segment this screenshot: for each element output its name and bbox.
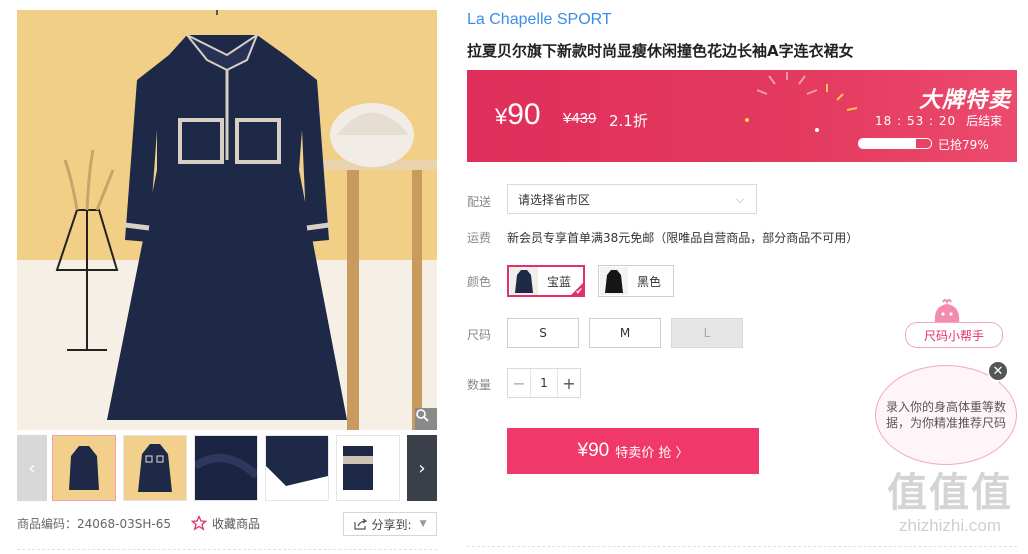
dress-photo: [17, 10, 437, 430]
watermark: 值值值 zhizhizhi.com: [880, 470, 1020, 536]
check-icon: ✔: [575, 287, 584, 297]
region-select[interactable]: 请选择省市区 ⌵: [507, 184, 757, 214]
chevron-right-icon: ›: [418, 457, 426, 479]
color-label: 颜色: [467, 275, 492, 289]
size-helper-button[interactable]: 尺码小帮手: [905, 322, 1003, 348]
color-option-blue[interactable]: 宝蓝 ✔: [507, 265, 586, 297]
countdown-time: 18 : 53 : 20: [875, 114, 957, 128]
quantity-stepper: − 1 +: [507, 368, 581, 398]
shipping-label: 运费: [467, 231, 492, 245]
color-swatch: [600, 267, 628, 295]
star-icon: [191, 515, 208, 531]
firework-decoration: [745, 72, 858, 132]
original-price: ¥439: [563, 110, 597, 127]
share-icon: [353, 518, 367, 530]
main-product-image[interactable]: [17, 10, 437, 430]
flash-sale-title: 大牌特卖: [919, 88, 1012, 113]
buy-button-price: ¥90: [577, 440, 610, 461]
favorite-label: 收藏商品: [212, 516, 261, 531]
divider: [17, 549, 437, 550]
thumb-prev-button[interactable]: ‹: [17, 435, 47, 501]
chevron-down-icon: ⌵: [735, 193, 744, 206]
quantity-plus-button[interactable]: +: [558, 369, 580, 397]
chevron-left-icon: ‹: [28, 457, 36, 479]
sku-code: 商品编码：24068-03SH-65: [17, 516, 172, 531]
countdown: 18 : 53 : 20 后结束: [875, 112, 1002, 129]
quantity-input[interactable]: 1: [530, 369, 558, 397]
divider: [467, 546, 1017, 547]
discount-text: 2.1折: [609, 112, 648, 130]
thumbnail[interactable]: [336, 435, 400, 501]
zoom-icon[interactable]: [415, 408, 437, 430]
currency-symbol: ¥: [495, 104, 508, 129]
thumbnail[interactable]: [265, 435, 329, 501]
countdown-suffix: 后结束: [966, 114, 1003, 128]
buy-button-label: 特卖价 抢 〉: [615, 445, 689, 461]
region-select-text: 请选择省市区: [518, 192, 591, 207]
size-option-s[interactable]: S: [507, 318, 579, 348]
thumb-next-button[interactable]: ›: [407, 435, 437, 501]
caret-down-icon: ▼: [419, 519, 427, 529]
watermark-logo: 值值值: [887, 470, 1013, 516]
sale-price: ¥90: [495, 98, 541, 132]
buy-button[interactable]: ¥90 特卖价 抢 〉: [507, 428, 759, 474]
quantity-label: 数量: [467, 378, 492, 392]
color-option-label: 黑色: [637, 274, 662, 289]
thumbnail[interactable]: [52, 435, 116, 501]
quantity-minus-button[interactable]: −: [508, 369, 530, 397]
size-label: 尺码: [467, 328, 492, 342]
size-option-l[interactable]: L: [671, 318, 743, 348]
favorite-button[interactable]: 收藏商品: [191, 515, 260, 532]
delivery-label: 配送: [467, 195, 492, 209]
share-label: 分享到:: [371, 517, 412, 532]
product-title: 拉夏贝尔旗下新款时尚显瘦休闲撞色花边长袖A字连衣裙女: [467, 42, 854, 60]
brand-link[interactable]: La Chapelle SPORT: [467, 11, 612, 29]
color-option-black[interactable]: 黑色: [598, 265, 675, 297]
price-banner: ¥90 ¥439 2.1折 大牌特卖 18 : 53 : 20 后结束 已抢79%: [467, 70, 1017, 162]
thumbnail[interactable]: [194, 435, 258, 501]
close-icon[interactable]: ✕: [987, 360, 1009, 382]
shipping-info: 新会员专享首单满38元免邮（限唯品自营商品，部分商品不可用）: [507, 231, 859, 245]
share-button[interactable]: 分享到: ▼: [343, 512, 437, 536]
sold-progress-label: 已抢79%: [938, 138, 989, 152]
progress-fill: [859, 139, 916, 148]
size-option-m[interactable]: M: [589, 318, 661, 348]
color-swatch: [510, 267, 538, 295]
thumbnail[interactable]: [123, 435, 187, 501]
watermark-url: zhizhizhi.com: [898, 516, 1002, 535]
thumbnail-strip: ‹ ›: [17, 435, 437, 501]
gallery-footer: 商品编码：24068-03SH-65 收藏商品 分享到: ▼: [17, 512, 437, 536]
sold-progress-bar: [858, 138, 932, 149]
sale-price-value: 90: [507, 98, 541, 131]
